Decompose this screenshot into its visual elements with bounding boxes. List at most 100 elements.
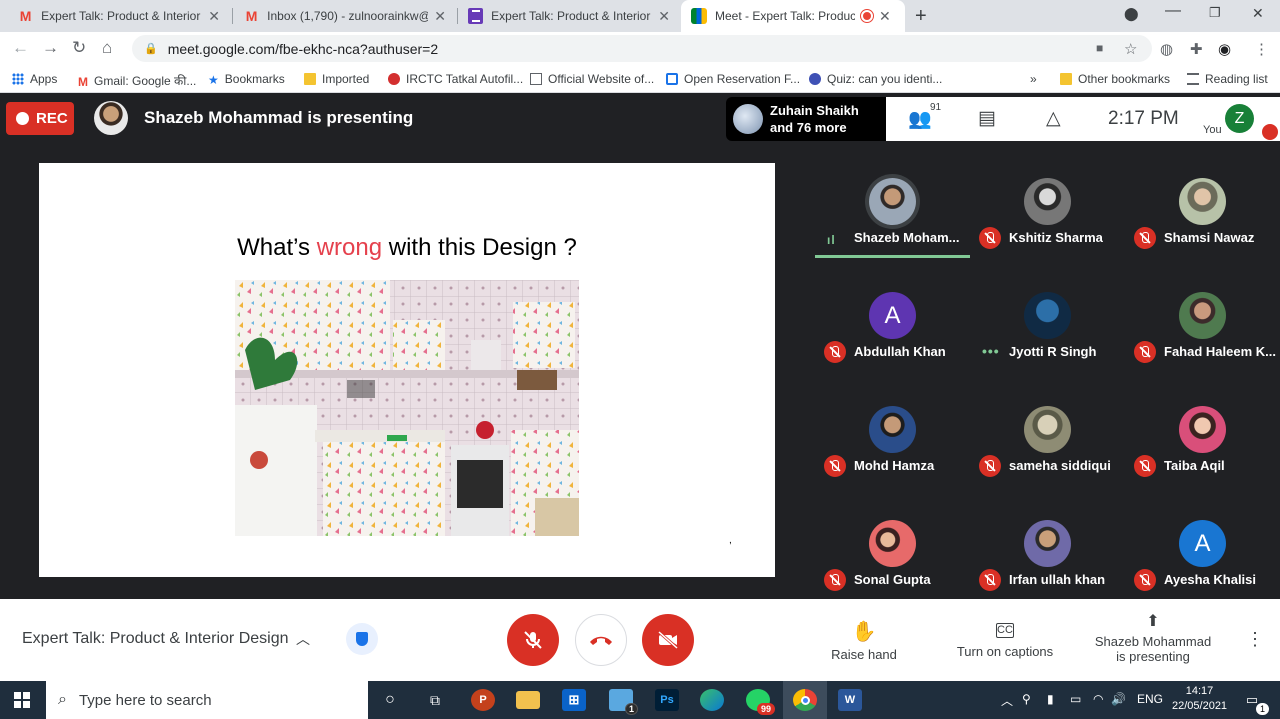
bookmark-label: Open Reservation F... bbox=[684, 72, 801, 86]
address-bar[interactable]: 🔒 meet.google.com/fbe-ekhc-nca?authuser=… bbox=[132, 35, 1152, 62]
participant-avatar bbox=[869, 406, 916, 453]
activities-icon[interactable]: △ bbox=[1046, 107, 1061, 130]
star-icon[interactable]: ☆ bbox=[1124, 40, 1137, 58]
browser-tab-meet[interactable]: Meet - Expert Talk: Product & ✕ bbox=[681, 0, 905, 32]
restore-icon[interactable]: ❐ bbox=[1209, 5, 1221, 21]
more-options-icon[interactable]: ⋮ bbox=[1246, 629, 1264, 650]
language-indicator[interactable]: ENG bbox=[1137, 692, 1163, 706]
reading-list-button[interactable]: Reading list bbox=[1187, 72, 1268, 86]
mic-off-icon bbox=[979, 455, 1001, 477]
profile-icon[interactable]: ◉ bbox=[1218, 40, 1231, 58]
whatsapp-icon[interactable]: 99 bbox=[746, 689, 775, 715]
closed-captions-icon: CC bbox=[996, 623, 1014, 638]
chrome-center-icon bbox=[800, 695, 810, 705]
mic-tray-icon[interactable]: ▮ bbox=[1047, 692, 1054, 706]
tray-overflow-icon[interactable]: ︿ bbox=[1001, 692, 1013, 709]
file-explorer-icon[interactable] bbox=[516, 691, 540, 709]
notifications-icon[interactable]: ▭ 1 bbox=[1240, 689, 1269, 715]
recording-badge[interactable]: REC bbox=[6, 102, 74, 135]
taskbar-clock[interactable]: 14:17 22/05/2021 bbox=[1172, 684, 1227, 714]
participant-tile[interactable]: A Ayesha Khalisi bbox=[1125, 483, 1280, 597]
word-icon[interactable]: W bbox=[838, 689, 862, 711]
bookmark-label: Imported bbox=[322, 72, 370, 86]
volume-icon[interactable]: 🔊 bbox=[1111, 692, 1126, 706]
participant-name: Abdullah Khan bbox=[854, 344, 946, 359]
bookmarks-overflow-button[interactable]: » bbox=[1030, 72, 1037, 86]
bookmark-open-reservation[interactable]: Open Reservation F... bbox=[666, 72, 800, 86]
participant-tile[interactable]: A Abdullah Khan bbox=[815, 255, 970, 369]
new-tab-icon[interactable]: + bbox=[915, 5, 927, 28]
people-icon[interactable]: 👥 bbox=[908, 107, 932, 131]
chevron-up-icon[interactable]: ︿ bbox=[296, 629, 310, 649]
tab-search-icon[interactable]: ⬤ bbox=[1124, 6, 1139, 22]
battery-icon[interactable]: ▭ bbox=[1070, 692, 1081, 706]
participant-tile[interactable]: Fahad Haleem K... bbox=[1125, 255, 1280, 369]
microphone-toggle-button[interactable] bbox=[507, 614, 559, 666]
network-icon[interactable]: ⚲ bbox=[1022, 692, 1031, 706]
cortana-icon[interactable]: ○ bbox=[378, 689, 402, 711]
overflow-chevron-icon: » bbox=[1030, 72, 1037, 86]
participant-tile[interactable]: sameha siddiqui bbox=[970, 369, 1125, 483]
bookmark-quiz[interactable]: Quiz: can you identi... bbox=[809, 72, 942, 86]
chat-icon[interactable]: ▤ bbox=[978, 107, 996, 130]
extensions-icon[interactable]: ✚ bbox=[1190, 40, 1203, 58]
bookmark-label: Apps bbox=[30, 72, 58, 86]
participant-avatar bbox=[869, 520, 916, 567]
bookmark-gmail[interactable]: M Gmail: Google की... bbox=[78, 72, 196, 89]
participant-tile[interactable]: Sonal Gupta bbox=[815, 483, 970, 597]
edge-icon[interactable] bbox=[700, 689, 724, 711]
close-tab-icon[interactable]: ✕ bbox=[434, 8, 446, 25]
mic-off-icon bbox=[1134, 341, 1156, 363]
participant-avatar bbox=[1179, 178, 1226, 225]
meeting-details-title[interactable]: Expert Talk: Product & Interior Design bbox=[22, 630, 289, 648]
more-vert-icon[interactable]: ⋮ bbox=[1254, 40, 1269, 58]
participant-tile[interactable]: Kshitiz Sharma bbox=[970, 141, 1125, 255]
forward-icon[interactable]: → bbox=[42, 38, 59, 58]
bookmark-irctc[interactable]: IRCTC Tatkal Autofil... bbox=[388, 72, 523, 86]
bookmark-official-website[interactable]: Official Website of... bbox=[530, 72, 654, 86]
reload-icon[interactable]: ↻ bbox=[72, 38, 86, 58]
bookmark-apps[interactable]: Apps bbox=[12, 72, 57, 86]
participant-tile[interactable]: Taiba Aqil bbox=[1125, 369, 1280, 483]
browser-tab-inbox[interactable]: M Inbox (1,790) - zulnoorainkw@iul ✕ bbox=[234, 0, 456, 32]
joined-notification[interactable]: Zuhain Shaikh and 76 more bbox=[726, 97, 886, 141]
participant-tile[interactable]: Irfan ullah khan bbox=[970, 483, 1125, 597]
meet-top-controls: 👥 91 ▤ △ 2:17 PM You Z bbox=[886, 97, 1280, 141]
close-tab-icon[interactable]: ✕ bbox=[208, 8, 220, 25]
windows-start-icon[interactable] bbox=[14, 692, 30, 708]
captions-button[interactable]: CC Turn on captions bbox=[953, 619, 1057, 659]
browser-tab-expert-talk-gmail[interactable]: M Expert Talk: Product & Interior De ✕ bbox=[8, 0, 230, 32]
close-tab-icon[interactable]: ✕ bbox=[879, 8, 891, 25]
participant-tile[interactable]: Mohd Hamza bbox=[815, 369, 970, 483]
globe-icon[interactable]: ◍ bbox=[1160, 40, 1173, 58]
home-icon[interactable]: ⌂ bbox=[102, 38, 112, 58]
minimize-icon[interactable]: — bbox=[1165, 2, 1181, 20]
raise-hand-button[interactable]: ✋ Raise hand bbox=[828, 619, 900, 662]
bookmark-other[interactable]: Other bookmarks bbox=[1060, 72, 1170, 86]
lock-icon[interactable]: 🔒 bbox=[144, 42, 158, 55]
close-window-icon[interactable]: ✕ bbox=[1252, 5, 1264, 22]
task-view-icon[interactable]: ⧉ bbox=[423, 689, 447, 711]
close-tab-icon[interactable]: ✕ bbox=[658, 8, 670, 25]
participant-tile[interactable]: ıl Shazeb Moham... bbox=[815, 141, 970, 258]
powerpoint-icon[interactable]: P bbox=[471, 689, 495, 711]
browser-tab-expert-talk-forms[interactable]: Expert Talk: Product & Interior De ✕ bbox=[458, 0, 680, 32]
back-icon[interactable]: ← bbox=[12, 38, 29, 58]
mic-off-icon bbox=[1134, 227, 1156, 249]
taskbar-search[interactable]: ⌕ Type here to search bbox=[46, 681, 368, 719]
leave-call-button[interactable] bbox=[575, 614, 627, 666]
wifi-icon[interactable]: ◠ bbox=[1093, 692, 1103, 706]
photoshop-icon[interactable]: Ps bbox=[655, 689, 679, 711]
camera-icon[interactable]: ■ bbox=[1096, 41, 1103, 55]
participant-tile[interactable]: ••• Jyotti R Singh bbox=[970, 255, 1125, 369]
camera-toggle-button[interactable] bbox=[642, 614, 694, 666]
self-avatar[interactable]: Z bbox=[1225, 104, 1254, 133]
present-now-button[interactable]: ⬆ Shazeb Mohammad is presenting bbox=[1093, 611, 1213, 664]
bookmark-imported[interactable]: Imported bbox=[304, 72, 369, 86]
notepad-icon[interactable]: 1 bbox=[609, 689, 638, 715]
host-controls-button[interactable] bbox=[346, 623, 378, 655]
chrome-icon[interactable] bbox=[793, 689, 817, 711]
store-icon[interactable]: ⊞ bbox=[562, 689, 586, 711]
participant-tile[interactable]: Shamsi Nawaz bbox=[1125, 141, 1280, 255]
bookmark-bookmarks[interactable]: ★ Bookmarks bbox=[208, 72, 285, 87]
